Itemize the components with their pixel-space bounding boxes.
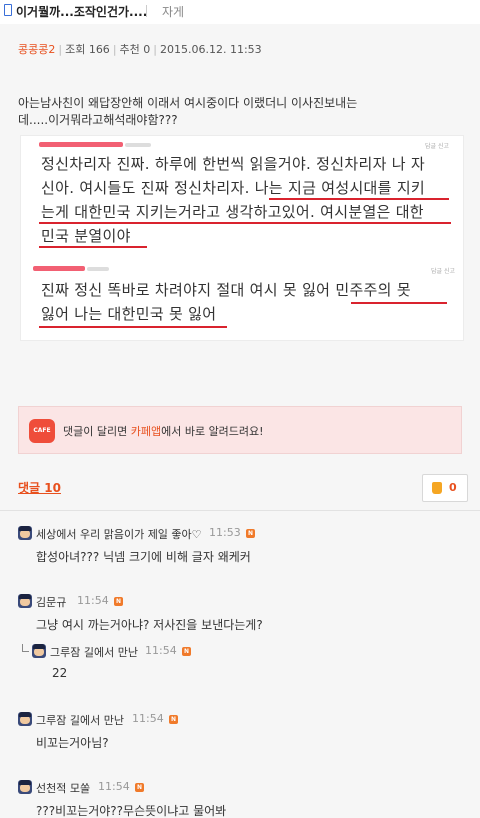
post-body: 아는남사친이 왜답장안해 이래서 여시중이다 이랬더니 이사진보내는 데....… (18, 95, 468, 129)
comment-time: 11:54 (98, 780, 130, 793)
avatar[interactable] (18, 594, 32, 608)
document-icon (4, 4, 12, 16)
comment-text: 비꼬는거아님? (36, 736, 109, 750)
comment-time: 11:54 (132, 712, 164, 725)
comment-count-link[interactable]: 댓글 10 (18, 479, 61, 496)
redacted-nickname (33, 266, 85, 271)
post-recommends: 추천 0 (119, 43, 151, 56)
like-count: 0 (449, 481, 457, 494)
image-action-label: 답글 신고 (425, 143, 449, 150)
app-notify-banner[interactable]: CAFE 댓글이 달리면 카페앱에서 바로 알려드려요! (18, 406, 462, 454)
post-author[interactable]: 콩콩콩2 (18, 43, 55, 56)
board-name[interactable]: 자게 (162, 3, 184, 20)
quote-line: 정신차리자 진짜. 하루에 한번씩 읽을거야. 정신차리자 나 자 (41, 155, 426, 173)
comment-time: 11:54 (145, 644, 177, 657)
comment-text: 22 (52, 666, 68, 680)
comment-nickname[interactable]: 세상에서 우리 맑음이가 제일 좋아♡ (36, 526, 202, 542)
new-badge-icon: N (169, 715, 178, 724)
post-views: 조회 166 (65, 43, 110, 56)
quote-block-1: 정신차리자 진짜. 하루에 한번씩 읽을거야. 정신차리자 나 자 신아. 여시… (41, 152, 425, 248)
post-body-line: 아는남사친이 왜답장안해 이래서 여시중이다 이랬더니 이사진보내는 (18, 96, 358, 110)
quote-line: 민국 분열이야 (41, 227, 131, 245)
redacted-date (87, 267, 109, 271)
red-underline (39, 326, 227, 328)
avatar[interactable] (32, 644, 46, 658)
like-button[interactable]: 0 (422, 474, 468, 502)
quote-line: 신아. 여시들도 진짜 정신차리자. 나는 지금 여성시대를 지키 (41, 179, 426, 197)
image-action-label: 답글 신고 (431, 268, 455, 275)
post-datetime: 2015.06.12. 11:53 (160, 43, 262, 56)
comment-nickname[interactable]: 그루잠 길에서 만난 (50, 644, 138, 660)
comment-nickname[interactable]: 그루잠 길에서 만난 (36, 712, 124, 728)
notify-text: 댓글이 달리면 카페앱에서 바로 알려드려요! (63, 425, 264, 438)
title-divider (146, 5, 147, 17)
avatar[interactable] (18, 780, 32, 794)
new-badge-icon: N (114, 597, 123, 606)
avatar[interactable] (18, 526, 32, 540)
red-underline (351, 302, 447, 304)
comment-text: 그냥 여시 까는거아냐? 저사진을 보낸다는게? (36, 618, 263, 632)
post-body-line: 데.....이거뭐라고해석래야함??? (18, 113, 178, 127)
comment-text: 합성아녀??? 닉넴 크기에 비해 글자 왜케커 (36, 550, 251, 564)
comment-nickname[interactable]: 김문규 (36, 594, 66, 610)
redacted-date (125, 143, 151, 147)
quote-line: 는게 대한민국 지키는거라고 생각하고있어. 여시분열은 대한 (41, 203, 424, 221)
comment-time: 11:54 (77, 594, 109, 607)
quote-line: 잃어 나는 대한민국 못 잃어 (41, 305, 217, 323)
comment-nickname[interactable]: 선천적 모쏠 (36, 780, 90, 796)
post-title: 이거뭘까...조작인건가.... (16, 5, 148, 19)
redacted-nickname (39, 142, 123, 147)
comment-text: ???비꼬는거야??무슨뜻이냐고 물어봐 (36, 804, 227, 818)
cafe-app-icon: CAFE (29, 419, 55, 443)
comment-time: 11:53 (209, 526, 241, 539)
thumbs-up-icon (432, 482, 442, 494)
post-meta: 콩콩콩2 | 조회 166 | 추천 0 | 2015.06.12. 11:53 (18, 43, 262, 56)
title-bar: 이거뭘까...조작인건가.... 자게 (0, 0, 480, 24)
red-underline (269, 198, 449, 200)
attached-image[interactable]: 답글 신고 정신차리자 진짜. 하루에 한번씩 읽을거야. 정신차리자 나 자 … (20, 135, 464, 341)
red-underline (39, 246, 147, 248)
reply-arrow-icon (22, 644, 29, 652)
new-badge-icon: N (135, 783, 144, 792)
quote-line: 진짜 정신 똑바로 차려야지 절대 여시 못 잃어 민주주의 못 (41, 281, 411, 299)
red-underline (39, 222, 451, 224)
new-badge-icon: N (182, 647, 191, 656)
section-divider (0, 510, 480, 511)
new-badge-icon: N (246, 529, 255, 538)
avatar[interactable] (18, 712, 32, 726)
